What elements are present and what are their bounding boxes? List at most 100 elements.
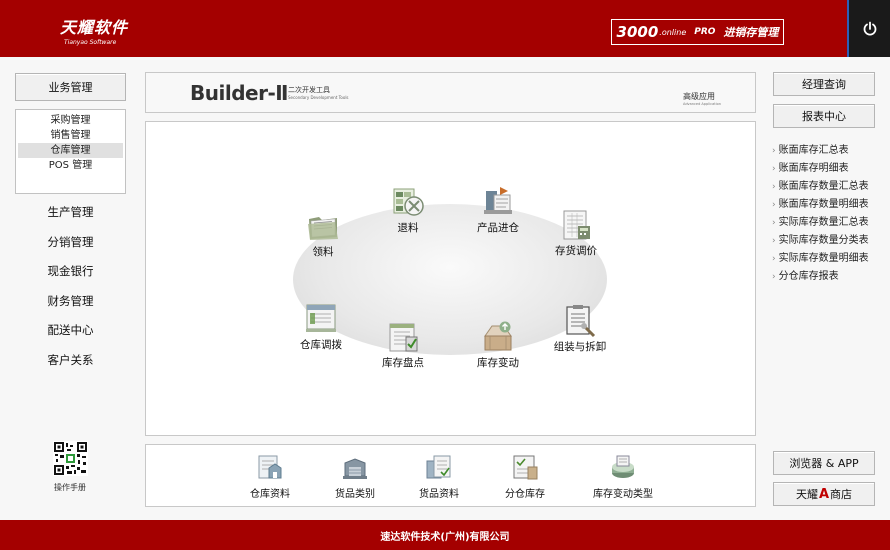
app-footer: 速达软件技术(广州)有限公司 [0, 520, 890, 550]
logo-sub-text: Tianyao Software [64, 39, 117, 46]
sidebar-item-distribution[interactable]: 分销管理 [15, 234, 126, 250]
change-type-icon [612, 455, 634, 478]
tool-label: 货品资料 [419, 489, 459, 500]
warehouse-transfer-icon [306, 304, 336, 332]
report-label: 实际库存数量明细表 [778, 253, 869, 264]
report-label: 分仓库存报表 [778, 271, 839, 282]
report-label: 账面库存数量汇总表 [778, 181, 869, 192]
node-assembly[interactable]: 组装与拆卸 [535, 304, 625, 354]
product-title: 进销存管理 [723, 26, 779, 39]
report-item[interactable]: › 账面库存数量明细表 [772, 196, 890, 214]
qr-code-icon[interactable] [53, 441, 88, 476]
sub-item-purchase[interactable]: 采购管理 [18, 113, 123, 128]
node-material-requisition[interactable]: 领料 [278, 209, 368, 259]
builder-subtitle: 二次开发工具 [288, 86, 330, 94]
store-prefix: 天耀 [795, 488, 818, 501]
sub-item-sales[interactable]: 销售管理 [18, 128, 123, 143]
report-item[interactable]: › 账面库存数量汇总表 [772, 178, 890, 196]
report-item[interactable]: › 账面库存汇总表 [772, 142, 890, 160]
store-a-logo: A [818, 486, 830, 502]
tool-label: 仓库资料 [250, 489, 290, 500]
stocktake-icon [389, 323, 418, 352]
sub-item-warehouse[interactable]: 仓库管理 [18, 143, 123, 158]
report-item[interactable]: › 实际库存数量汇总表 [772, 214, 890, 232]
assembly-icon [566, 305, 596, 338]
product-online: .online [659, 27, 687, 37]
node-product-inbound[interactable]: 产品进仓 [453, 185, 543, 235]
tool-label: 分仓库存 [505, 489, 545, 500]
node-label: 存货调价 [555, 245, 597, 257]
report-item[interactable]: › 实际库存数量分类表 [772, 232, 890, 250]
builder-title: Builder-Ⅱ [190, 81, 288, 105]
builder-banner[interactable]: Builder-Ⅱ 二次开发工具 Secondary Development T… [145, 72, 756, 113]
bottom-toolbar: 仓库资料 货品类别 货品资料 分仓库存 库存变动类型 [145, 444, 756, 507]
advanced-app-label-en: Advanced Application [683, 102, 721, 106]
app-header: 天耀软件 Tianyao Software 3000 .online PRO 进… [0, 0, 890, 57]
node-stocktake[interactable]: 库存盘点 [358, 320, 448, 370]
report-label: 账面库存明细表 [778, 163, 849, 174]
tool-goods-category[interactable]: 货品类别 [312, 453, 398, 500]
node-label: 产品进仓 [477, 222, 519, 234]
chevron-right-icon: › [772, 236, 776, 246]
report-label: 账面库存数量明细表 [778, 199, 869, 210]
node-label: 退料 [397, 222, 419, 234]
sidebar-item-production[interactable]: 生产管理 [15, 204, 126, 220]
tool-label: 货品类别 [335, 489, 375, 500]
tool-goods-data[interactable]: 货品资料 [396, 453, 482, 500]
node-return-material[interactable]: 退料 [363, 185, 453, 235]
node-inventory-change[interactable]: 库存变动 [453, 320, 543, 370]
report-list: › 账面库存汇总表 › 账面库存明细表 › 账面库存数量汇总表 › 账面库存数量明细表 … [772, 142, 890, 286]
node-warehouse-transfer[interactable]: 仓库调拨 [276, 302, 366, 352]
business-sub-menu: 采购管理 销售管理 仓库管理 POS 管理 [15, 109, 126, 194]
chevron-right-icon: › [772, 200, 776, 210]
sidebar-item-crm[interactable]: 客户关系 [15, 352, 126, 368]
manual-label: 操作手册 [54, 483, 86, 492]
tool-change-type[interactable]: 库存变动类型 [573, 453, 673, 500]
product-pro: PRO [694, 27, 716, 37]
report-label: 账面库存汇总表 [778, 145, 849, 156]
sidebar-item-cash-bank[interactable]: 现金银行 [15, 263, 126, 279]
logo-main-text: 天耀软件 [60, 18, 129, 37]
tool-branch-inventory[interactable]: 分仓库存 [482, 453, 568, 500]
return-material-icon [393, 188, 424, 216]
manager-query-button[interactable]: 经理查询 [773, 72, 875, 96]
product-number: 3000 [616, 23, 659, 41]
chevron-right-icon: › [772, 182, 776, 192]
product-inbound-icon [484, 187, 512, 214]
store-suffix: 商店 [830, 488, 853, 501]
report-center-button[interactable]: 报表中心 [773, 104, 875, 128]
node-label: 仓库调拨 [300, 339, 342, 351]
warehouse-data-icon [258, 455, 282, 479]
browser-app-button[interactable]: 浏览器 & APP [773, 451, 875, 475]
store-button[interactable]: 天耀 A 商店 [773, 482, 875, 506]
tool-label: 库存变动类型 [593, 489, 653, 500]
power-button[interactable] [847, 0, 890, 57]
chevron-right-icon: › [772, 218, 776, 228]
node-label: 库存盘点 [382, 357, 424, 369]
company-name: 速达软件技术(广州)有限公司 [380, 531, 510, 543]
inventory-change-icon [484, 321, 512, 351]
sidebar-item-delivery[interactable]: 配送中心 [15, 322, 126, 338]
report-item[interactable]: › 分仓库存报表 [772, 268, 890, 286]
sub-item-pos[interactable]: POS 管理 [18, 158, 123, 173]
chevron-right-icon: › [772, 254, 776, 264]
chevron-right-icon: › [772, 272, 776, 282]
folder-icon [308, 217, 338, 240]
tool-warehouse-data[interactable]: 仓库资料 [227, 453, 313, 500]
goods-data-icon [426, 455, 451, 479]
goods-category-icon [343, 458, 367, 479]
builder-subtitle-en: Secondary Development Tools [288, 95, 349, 100]
report-label: 实际库存数量汇总表 [778, 217, 869, 228]
advanced-app-label: 高级应用 [683, 92, 715, 101]
chevron-right-icon: › [772, 164, 776, 174]
business-management-button[interactable]: 业务管理 [15, 73, 126, 101]
report-item[interactable]: › 账面库存明细表 [772, 160, 890, 178]
warehouse-flow-panel: 领料 退料 产品进仓 存货调价 仓库调拨 库存盘点 库存变动 组装与拆卸 [145, 121, 756, 436]
sidebar-item-finance[interactable]: 财务管理 [15, 293, 126, 309]
node-label: 库存变动 [477, 357, 519, 369]
price-adjust-icon [563, 210, 590, 240]
branch-inventory-icon [513, 455, 538, 480]
report-item[interactable]: › 实际库存数量明细表 [772, 250, 890, 268]
app-logo: 天耀软件 Tianyao Software [60, 14, 128, 46]
node-price-adjust[interactable]: 存货调价 [531, 208, 621, 258]
